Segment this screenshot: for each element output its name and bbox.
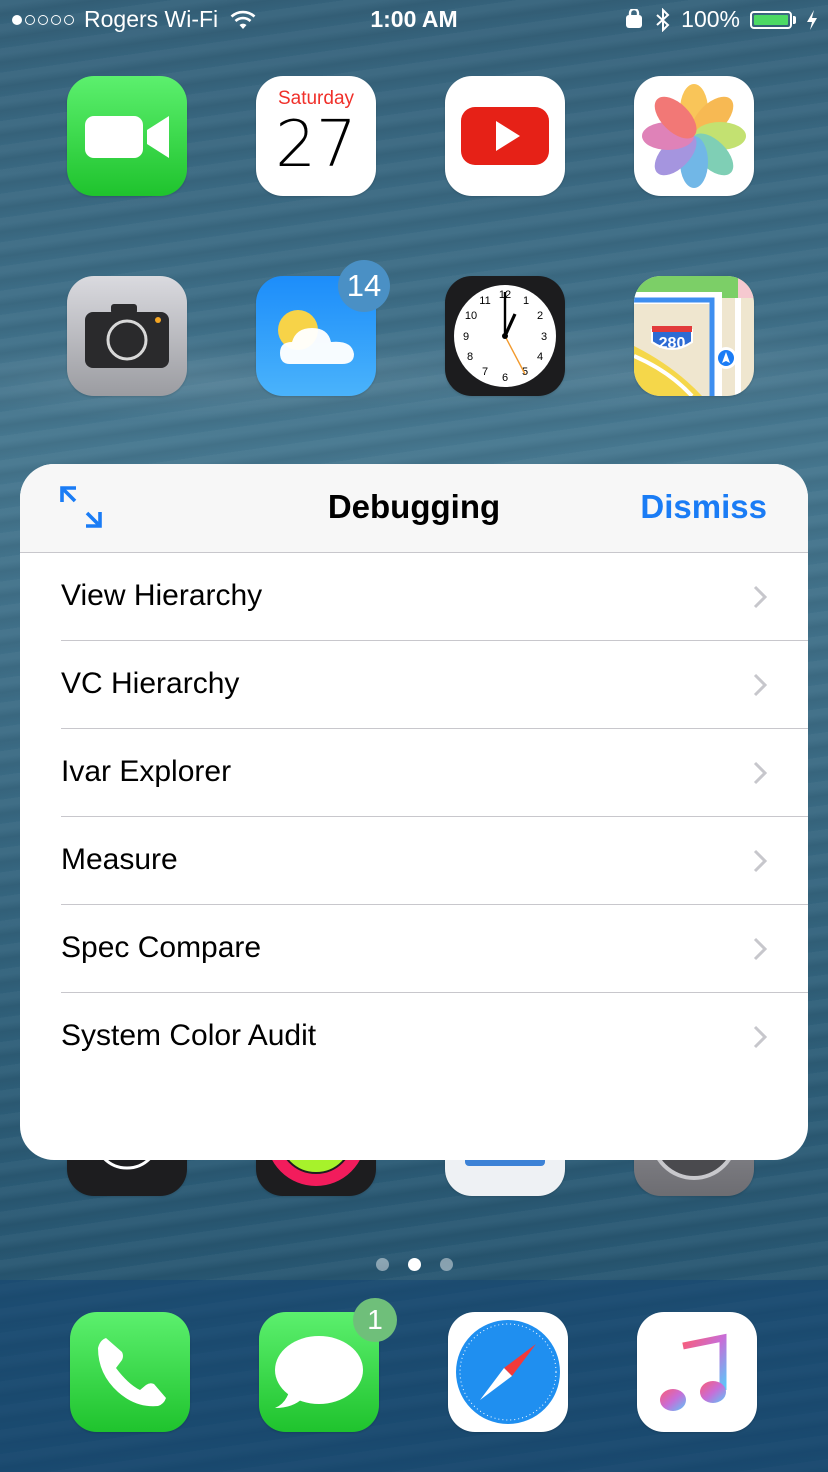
rotation-lock-icon (626, 8, 643, 28)
battery-percent: 100% (681, 6, 740, 32)
debugging-sheet: Debugging Dismiss View Hierarchy VC Hier… (20, 464, 808, 1160)
menu-item-label: Spec Compare (61, 931, 262, 964)
menu-item-ivar-explorer[interactable]: Ivar Explorer (20, 729, 808, 817)
messages-icon[interactable]: 1 (259, 1298, 397, 1432)
page-dot (375, 1258, 389, 1271)
svg-text:9: 9 (463, 331, 469, 343)
chevron-right-icon (753, 1025, 768, 1049)
weather-badge: 14 (338, 260, 390, 312)
messages-badge: 1 (353, 1298, 397, 1342)
page-dot-active (407, 1258, 421, 1271)
menu-item-label: Ivar Explorer (61, 755, 232, 788)
page-dot (439, 1258, 453, 1271)
page-indicator[interactable] (0, 1258, 828, 1271)
calendar-day: 27 (275, 108, 357, 182)
camera-icon[interactable] (67, 276, 187, 396)
chevron-right-icon (753, 585, 768, 609)
music-icon[interactable] (637, 1312, 757, 1432)
svg-text:5: 5 (522, 366, 528, 378)
menu-item-label: System Color Audit (61, 1019, 317, 1052)
dismiss-button[interactable]: Dismiss (640, 488, 767, 526)
debug-menu-list: View Hierarchy VC Hierarchy Ivar Explore… (20, 553, 808, 1081)
chevron-right-icon (753, 673, 768, 697)
svg-text:1: 1 (523, 295, 529, 307)
svg-text:7: 7 (482, 366, 488, 378)
battery-icon (750, 10, 792, 29)
clock-icon[interactable]: 12 1 2 3 4 5 6 7 8 9 10 11 (445, 276, 565, 396)
svg-text:3: 3 (541, 331, 547, 343)
svg-text:2: 2 (537, 310, 543, 322)
menu-item-system-color-audit[interactable]: System Color Audit (20, 993, 808, 1081)
maps-icon[interactable]: 280 (634, 276, 754, 396)
chevron-right-icon (753, 761, 768, 785)
svg-text:4: 4 (537, 351, 543, 363)
weather-icon[interactable]: 14 (256, 260, 390, 396)
menu-item-vc-hierarchy[interactable]: VC Hierarchy (20, 641, 808, 729)
facetime-icon[interactable] (67, 76, 187, 196)
charging-bolt-icon (807, 9, 817, 30)
svg-text:11: 11 (479, 295, 490, 307)
menu-item-label: Measure (61, 843, 178, 876)
menu-item-measure[interactable]: Measure (20, 817, 808, 905)
menu-item-label: VC Hierarchy (61, 667, 240, 700)
menu-item-label: View Hierarchy (61, 579, 263, 612)
chevron-right-icon (753, 849, 768, 873)
maps-shield-number: 280 (659, 335, 686, 352)
bluetooth-icon (656, 7, 670, 32)
calendar-icon[interactable]: Saturday 27 (256, 76, 376, 196)
status-bar: Rogers Wi-Fi 1:00 AM 100% (0, 0, 828, 40)
sheet-header: Debugging Dismiss (20, 464, 808, 553)
calendar-weekday: Saturday (277, 88, 355, 109)
photos-icon[interactable] (634, 76, 754, 196)
menu-item-spec-compare[interactable]: Spec Compare (20, 905, 808, 993)
svg-text:8: 8 (467, 351, 473, 363)
youtube-icon[interactable] (445, 76, 565, 196)
phone-icon[interactable] (70, 1312, 190, 1432)
svg-text:10: 10 (465, 310, 477, 322)
menu-item-view-hierarchy[interactable]: View Hierarchy (20, 553, 808, 641)
safari-icon[interactable] (448, 1312, 568, 1432)
status-right: 100% (623, 6, 818, 33)
svg-text:6: 6 (502, 372, 508, 384)
chevron-right-icon (753, 937, 768, 961)
